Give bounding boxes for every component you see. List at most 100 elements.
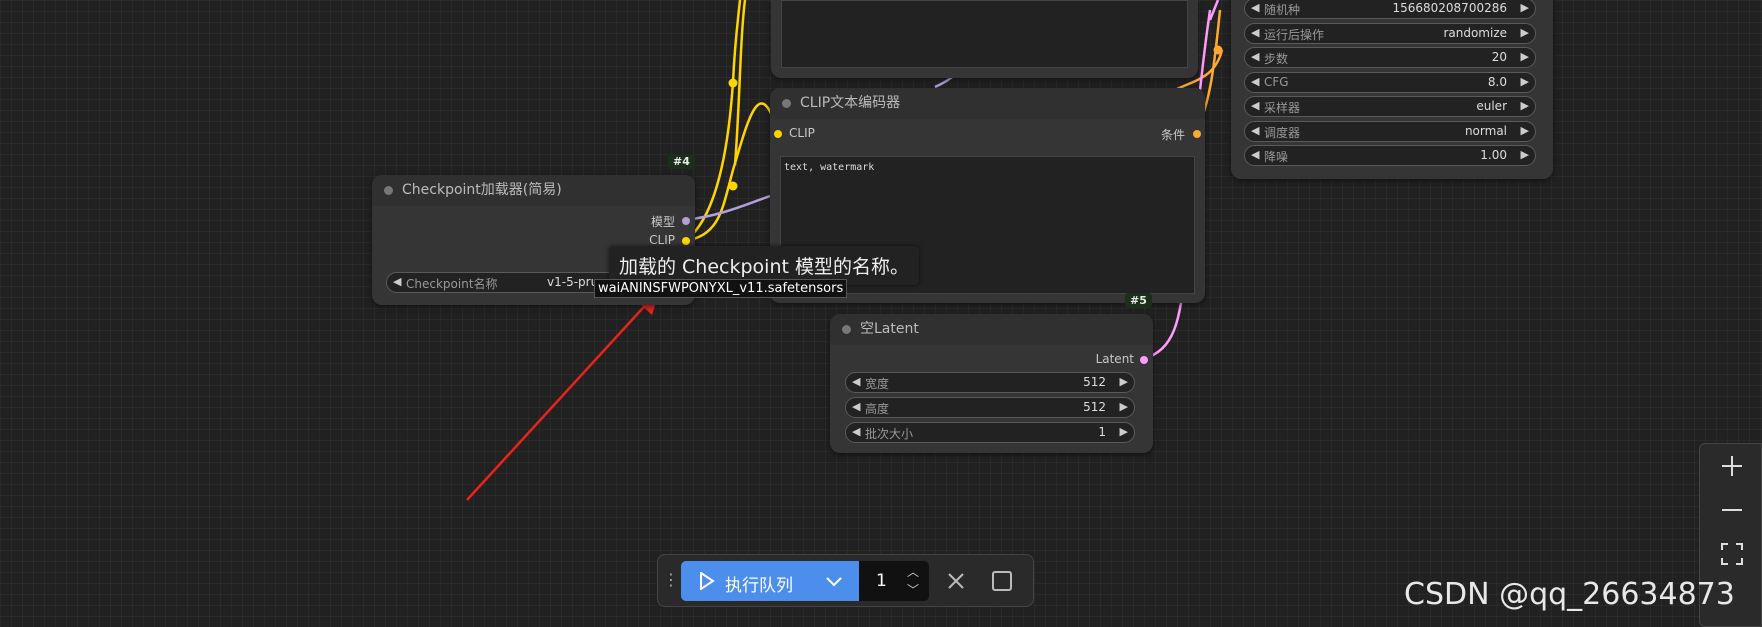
pink-wire-top: [1208, 0, 1220, 21]
plus-icon: [1721, 456, 1742, 476]
model-output-label: 模型: [650, 215, 675, 229]
model-wire: [684, 194, 771, 222]
wire-reroute-dot: [728, 78, 738, 88]
queue-toolbar: ⋮ 执行队列 1 ︿ ﹀: [657, 554, 1034, 607]
chevron-down-icon[interactable]: ﹀: [907, 581, 919, 598]
widget-value: 1.00: [1480, 148, 1507, 162]
collapse-dot[interactable]: [782, 99, 791, 108]
cancel-icon[interactable]: [947, 572, 965, 590]
increment-arrow[interactable]: ▶: [1521, 99, 1529, 112]
filename-popup[interactable]: waiANINSFWPONYXL_v11.safetensors: [594, 279, 848, 298]
increment-arrow[interactable]: ▶: [1120, 375, 1128, 388]
widget-label: 采样器: [1264, 101, 1301, 115]
collapse-dot[interactable]: [842, 325, 851, 334]
decrement-arrow[interactable]: ◀: [1251, 124, 1259, 137]
zoom-out-button[interactable]: [1700, 488, 1762, 532]
widget-value: 8.0: [1487, 75, 1507, 89]
latent-output-port[interactable]: [1140, 356, 1148, 364]
widget-value: euler: [1476, 99, 1507, 113]
widget-label: 运行后操作: [1264, 28, 1325, 42]
increment-arrow[interactable]: ▶: [1521, 50, 1529, 63]
play-icon: [700, 572, 715, 590]
decrement-arrow[interactable]: ◀: [852, 425, 860, 438]
watermark: CSDN @qq_26634873: [1404, 577, 1735, 612]
widget-value: 512: [1083, 375, 1106, 389]
drag-handle-icon[interactable]: ⋮: [663, 570, 679, 589]
scheduler-widget[interactable]: ◀ 调度器 normal ▶: [1244, 121, 1536, 142]
steps-widget[interactable]: ◀ 步数 20 ▶: [1244, 47, 1536, 68]
width-widget[interactable]: ◀ 宽度 512 ▶: [845, 372, 1135, 393]
batch-count-input[interactable]: 1 ︿ ﹀: [859, 561, 929, 601]
decrement-arrow[interactable]: ◀: [1251, 148, 1259, 161]
decrement-arrow[interactable]: ◀: [393, 275, 401, 288]
sampler-name-widget[interactable]: ◀ 采样器 euler ▶: [1244, 96, 1536, 117]
widget-label: 调度器: [1264, 126, 1301, 140]
node-title[interactable]: 空Latent: [830, 314, 1153, 345]
decrement-arrow[interactable]: ◀: [1251, 50, 1259, 63]
widget-value: randomize: [1443, 26, 1507, 40]
chevron-up-icon[interactable]: ︿: [907, 563, 919, 580]
decrement-arrow[interactable]: ◀: [852, 375, 860, 388]
increment-arrow[interactable]: ▶: [1521, 26, 1529, 39]
widget-value: 1: [1098, 425, 1106, 439]
clip-input-port[interactable]: [774, 130, 782, 138]
node-id-badge: #5: [1125, 293, 1152, 308]
increment-arrow[interactable]: ▶: [1521, 1, 1529, 14]
run-queue-label: 执行队列: [725, 576, 793, 596]
conditioning-output-port[interactable]: [1193, 130, 1201, 138]
top-node-textarea[interactable]: [781, 0, 1188, 68]
zoom-in-button[interactable]: [1700, 444, 1762, 488]
control-after-generate-widget[interactable]: ◀ 运行后操作 randomize ▶: [1244, 23, 1536, 44]
fit-view-button[interactable]: [1700, 532, 1762, 576]
height-widget[interactable]: ◀ 高度 512 ▶: [845, 397, 1135, 418]
chevron-down-icon[interactable]: [826, 577, 842, 587]
node-title-text: Checkpoint加载器(简易): [402, 182, 562, 198]
decrement-arrow[interactable]: ◀: [1251, 75, 1259, 88]
ksampler-node[interactable]: ◀ 随机种 156680208700286 ▶ ◀ 运行后操作 randomiz…: [1231, 0, 1553, 179]
widget-label: 批次大小: [865, 427, 914, 441]
conditioning-output-label: 条件: [1160, 128, 1185, 142]
increment-arrow[interactable]: ▶: [1120, 425, 1128, 438]
batch-size-widget[interactable]: ◀ 批次大小 1 ▶: [845, 422, 1135, 443]
latent-output-label: Latent: [1095, 352, 1134, 366]
decrement-arrow[interactable]: ◀: [1251, 1, 1259, 14]
stop-icon[interactable]: [992, 571, 1012, 591]
widget-value: 512: [1083, 400, 1106, 414]
clip-output-port[interactable]: [682, 237, 690, 245]
node-title-text: 空Latent: [860, 321, 919, 337]
widget-value: 20: [1491, 50, 1507, 64]
increment-arrow[interactable]: ▶: [1521, 75, 1529, 88]
decrement-arrow[interactable]: ◀: [1251, 26, 1259, 39]
node-title-text: CLIP文本编码器: [800, 95, 901, 111]
widget-label: Checkpoint名称: [406, 277, 498, 291]
node-title[interactable]: CLIP文本编码器: [770, 88, 1205, 119]
fit-view-icon: [1720, 543, 1743, 565]
node-id-badge: #4: [668, 154, 695, 169]
wire-reroute-dot: [1213, 45, 1223, 55]
widget-label: 随机种: [1264, 3, 1301, 17]
minus-icon: [1721, 509, 1742, 511]
top-node[interactable]: [771, 0, 1198, 78]
widget-value: 156680208700286: [1392, 1, 1507, 15]
decrement-arrow[interactable]: ◀: [852, 400, 860, 413]
widget-label: 降噪: [1264, 150, 1289, 164]
clip-output-label: CLIP: [649, 233, 675, 247]
increment-arrow[interactable]: ▶: [1521, 124, 1529, 137]
widget-value: normal: [1464, 124, 1507, 138]
model-output-port[interactable]: [682, 217, 690, 225]
run-queue-button[interactable]: 执行队列: [681, 561, 859, 601]
clip-wire: [684, 102, 780, 243]
collapse-dot[interactable]: [384, 186, 393, 195]
empty-latent-node[interactable]: 空Latent Latent ◀ 宽度 512 ▶ ◀ 高度 512 ▶ ◀ 批…: [830, 314, 1153, 453]
decrement-arrow[interactable]: ◀: [1251, 99, 1259, 112]
node-title[interactable]: Checkpoint加载器(简易): [372, 175, 695, 206]
widget-label: 高度: [865, 402, 890, 416]
widget-label: CFG: [1264, 75, 1289, 89]
increment-arrow[interactable]: ▶: [1521, 148, 1529, 161]
denoise-widget[interactable]: ◀ 降噪 1.00 ▶: [1244, 145, 1536, 166]
seed-widget[interactable]: ◀ 随机种 156680208700286 ▶: [1244, 0, 1536, 19]
wire-reroute-dot: [728, 181, 738, 191]
cfg-widget[interactable]: ◀ CFG 8.0 ▶: [1244, 72, 1536, 93]
increment-arrow[interactable]: ▶: [1120, 400, 1128, 413]
widget-label: 步数: [1264, 52, 1289, 66]
